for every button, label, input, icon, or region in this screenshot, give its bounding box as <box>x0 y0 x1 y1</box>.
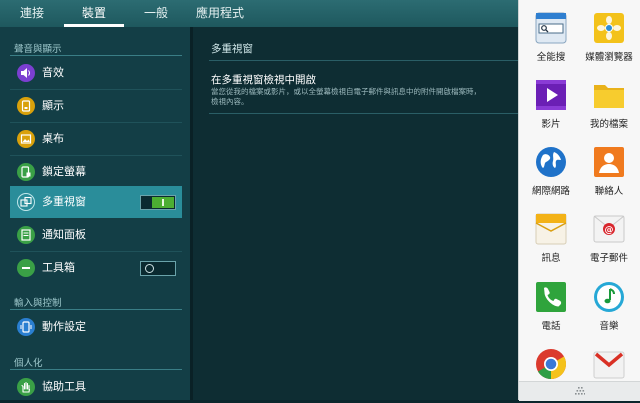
option-description: 當您從我的檔案或影片，或以全螢幕檢視自電子郵件與訊息中的附件開啟檔案時， 檢視內… <box>211 87 481 106</box>
notification-panel-icon <box>17 226 35 244</box>
speaker-icon <box>17 64 35 82</box>
tab-general[interactable]: 一般 <box>124 0 188 27</box>
sidebar-item-label: 桌布 <box>42 132 64 145</box>
multi-window-toggle[interactable] <box>140 195 176 210</box>
folder-icon <box>594 85 624 108</box>
email-icon: @ <box>593 215 625 243</box>
sidebar-item-label: 通知面板 <box>42 228 86 241</box>
multi-window-icon <box>17 193 35 211</box>
grid-dots-icon <box>575 387 585 395</box>
section-header-sound-display: 聲音與顯示 <box>14 44 62 55</box>
app-label: 訊息 <box>541 253 561 264</box>
open-in-multi-window-option[interactable]: 在多重視窗檢視中開啟 當您從我的檔案或影片，或以全螢幕檢視自電子郵件與訊息中的附… <box>193 63 518 113</box>
toolbox-toggle[interactable] <box>140 261 176 276</box>
lock-screen-icon <box>17 163 35 181</box>
contacts-icon <box>594 147 624 177</box>
music-icon <box>594 282 624 312</box>
app-drawer: 全能搜 媒體瀏覽器 影片 我的檔案 網際網路 聯絡人 訊息 @ 電子郵件 電話 … <box>518 0 640 401</box>
sidebar-item-notification-panel[interactable]: 通知面板 <box>10 219 182 251</box>
app-label: 電話 <box>541 321 561 332</box>
section-header-input-control: 輸入與控制 <box>14 298 62 309</box>
settings-sidebar: 聲音與顯示 音效 顯示 桌布 鎖定螢幕 多重視窗 通知面板 工具箱 輸入與控制 … <box>0 27 190 400</box>
app-label: 聯絡人 <box>594 186 624 197</box>
sidebar-item-display[interactable]: 顯示 <box>10 90 182 122</box>
drawer-handle-bar[interactable] <box>519 381 640 401</box>
app-label: 全能搜 <box>536 52 566 63</box>
svg-text:@: @ <box>605 226 614 236</box>
app-label: 影片 <box>541 119 561 130</box>
sidebar-item-label: 多重視窗 <box>42 195 86 208</box>
section-divider <box>10 369 182 370</box>
detail-pane: 多重視窗 在多重視窗檢視中開啟 當您從我的檔案或影片，或以全螢幕檢視自電子郵件與… <box>193 27 518 400</box>
section-divider <box>10 55 182 56</box>
app-label: 電子郵件 <box>589 253 628 264</box>
tab-applications[interactable]: 應用程式 <box>188 0 252 27</box>
sidebar-item-label: 協助工具 <box>42 380 86 393</box>
sidebar-item-lock-screen[interactable]: 鎖定螢幕 <box>10 156 182 188</box>
sidebar-item-multi-window[interactable]: 多重視窗 <box>10 186 182 218</box>
title-divider <box>209 60 518 61</box>
tab-bar: 連接 裝置 一般 應用程式 <box>0 0 518 27</box>
wallpaper-icon <box>17 130 35 148</box>
message-icon <box>535 213 567 245</box>
sidebar-item-label: 工具箱 <box>42 261 75 274</box>
sidebar-item-wallpaper[interactable]: 桌布 <box>10 123 182 155</box>
sidebar-item-accessibility[interactable]: 協助工具 <box>10 371 182 403</box>
sidebar-item-toolbox[interactable]: 工具箱 <box>10 252 182 284</box>
tab-device[interactable]: 裝置 <box>64 0 124 27</box>
toggle-knob <box>162 199 164 206</box>
media-browser-icon <box>594 13 624 43</box>
video-icon <box>536 80 566 110</box>
search-app-icon <box>535 12 567 44</box>
sidebar-item-motions[interactable]: 動作設定 <box>10 311 182 343</box>
sidebar-item-label: 動作設定 <box>42 320 86 333</box>
motion-icon <box>17 318 35 336</box>
gmail-icon <box>593 351 625 379</box>
page-title: 多重視窗 <box>211 43 253 55</box>
sidebar-item-label: 音效 <box>42 66 64 79</box>
section-header-personalization: 個人化 <box>14 358 43 369</box>
option-title: 在多重視窗檢視中開啟 <box>211 74 316 86</box>
sidebar-item-label: 鎖定螢幕 <box>42 165 86 178</box>
app-label: 媒體瀏覽器 <box>585 52 633 63</box>
sidebar-item-sound[interactable]: 音效 <box>10 57 182 89</box>
chrome-icon <box>536 349 567 379</box>
section-divider <box>10 309 182 310</box>
globe-icon <box>536 147 566 177</box>
display-icon <box>17 97 35 115</box>
phone-icon <box>536 282 566 312</box>
option-divider <box>209 113 518 114</box>
app-label: 我的檔案 <box>589 119 628 130</box>
app-label: 音樂 <box>599 321 619 332</box>
app-label: 網際網路 <box>531 186 570 197</box>
toggle-knob <box>145 264 154 273</box>
toolbox-icon <box>17 259 35 277</box>
tab-connections[interactable]: 連接 <box>0 0 64 27</box>
sidebar-item-label: 顯示 <box>42 99 64 112</box>
hand-icon <box>17 378 35 396</box>
